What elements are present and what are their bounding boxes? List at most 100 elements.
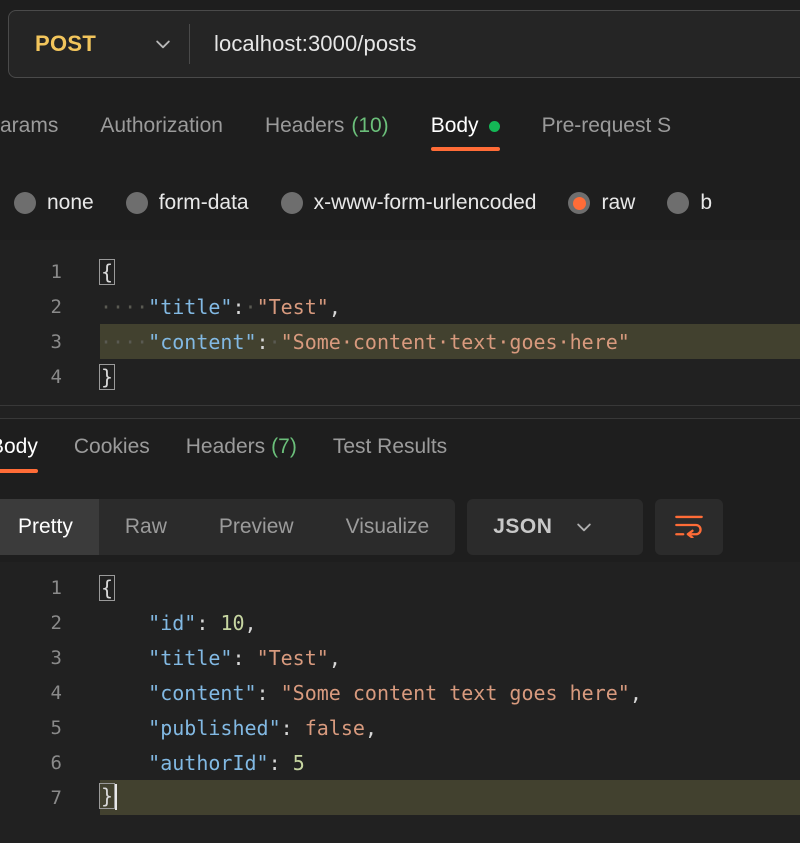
code-token-punc: ,	[629, 680, 642, 705]
request-tab-label: Headers	[264, 114, 345, 137]
response-code-line[interactable]: 7}	[0, 780, 800, 815]
code-token-punc: ,	[328, 645, 341, 670]
code-token-str: "Test"	[256, 645, 329, 670]
radio-button-icon	[280, 192, 303, 214]
http-method-label: POST	[35, 31, 97, 56]
active-tab-underline	[430, 147, 500, 151]
request-code-line-number: 4	[50, 365, 62, 388]
response-format-dropdown[interactable]: JSON	[467, 499, 644, 555]
response-tab-count: (7)	[271, 435, 297, 458]
code-token-str: "Test"	[256, 294, 329, 319]
response-view-mode-label: Pretty	[18, 515, 73, 538]
response-code-line-content: {	[98, 574, 116, 601]
request-tab-authorization[interactable]: Authorization	[100, 114, 223, 154]
request-url-bar: POST localhost:3000/posts	[8, 10, 800, 78]
code-token-key: "published"	[148, 715, 281, 740]
response-view-mode-label: Preview	[218, 515, 294, 538]
active-tab-underline	[0, 469, 38, 473]
response-code-line[interactable]: 6 "authorId": 5	[0, 745, 800, 780]
code-token-punc: :	[232, 294, 245, 319]
response-code-line[interactable]: 2 "id": 10,	[0, 605, 800, 640]
response-code-line-number: 7	[50, 786, 62, 809]
request-tab-count: (10)	[351, 114, 389, 137]
request-code-line-number: 1	[50, 260, 62, 283]
response-tab-body[interactable]: Body	[0, 435, 38, 475]
body-type-radio-x-www-form-urlencoded[interactable]: x-www-form-urlencoded	[280, 191, 537, 215]
request-code-line[interactable]: 2 ····"title":·"Test",	[0, 289, 800, 324]
request-url-input[interactable]: localhost:3000/posts	[190, 11, 800, 77]
request-tab-headers[interactable]: Headers (10)	[265, 114, 389, 154]
response-tab-cookies[interactable]: Cookies	[74, 435, 150, 475]
request-tab-body[interactable]: Body	[430, 114, 500, 154]
request-code-line-content: {	[98, 258, 116, 285]
response-view-mode-preview[interactable]: Preview	[193, 499, 320, 555]
chevron-down-icon	[153, 34, 173, 54]
response-code-line-number: 5	[50, 716, 62, 739]
response-view-toolbar: Pretty Raw Preview Visualize JSON	[0, 498, 800, 556]
response-code-line[interactable]: 4 "content": "Some content text goes her…	[0, 675, 800, 710]
response-code-line-number: 6	[50, 751, 62, 774]
body-modified-dot-icon	[488, 120, 500, 132]
response-code-line[interactable]: 5 "published": false,	[0, 710, 800, 745]
bracket-match-highlight: }	[98, 783, 116, 810]
body-type-radio-label: x-www-form-urlencoded	[313, 191, 537, 214]
code-token-punc: ,	[328, 294, 341, 319]
code-token-punc: ,	[364, 715, 377, 740]
code-token-num: 5	[292, 750, 305, 775]
response-view-mode-raw[interactable]: Raw	[99, 499, 193, 555]
request-body-editor[interactable]: 1{2 ····"title":·"Test", 3 ····"content":·"…	[0, 240, 800, 419]
response-code-line-content: "content": "Some content text goes here"…	[100, 681, 642, 705]
request-tab-params[interactable]: Params	[0, 114, 58, 154]
body-type-radio-raw[interactable]: raw	[568, 191, 635, 215]
response-code-line-content: "authorId": 5	[100, 751, 305, 775]
response-tab-label: Cookies	[73, 435, 150, 458]
body-type-radio-b[interactable]: b	[667, 191, 712, 215]
body-type-radio-none[interactable]: none	[14, 191, 94, 215]
response-code-line-content: "published": false,	[100, 716, 377, 740]
response-view-mode-label: Visualize	[345, 515, 430, 538]
code-token-num: 10	[220, 610, 245, 635]
request-tab-label: Pre-request S	[541, 114, 672, 137]
chevron-down-icon	[574, 517, 594, 537]
body-type-radio-label: form-data	[158, 191, 249, 214]
http-method-dropdown[interactable]: POST	[9, 11, 189, 77]
response-code-line[interactable]: 3 "title": "Test",	[0, 640, 800, 675]
request-code-line-number: 2	[50, 295, 62, 318]
response-view-mode-pretty[interactable]: Pretty	[0, 499, 99, 555]
request-code-line[interactable]: 4}	[0, 359, 800, 394]
code-token-punc: ,	[244, 610, 257, 635]
body-type-radio-label: none	[47, 191, 94, 214]
response-body-editor[interactable]: 1{2 "id": 10, 3 "title": "Test", 4 "conten…	[0, 562, 800, 843]
response-code-line-number: 4	[50, 681, 62, 704]
body-type-radio-label: raw	[601, 191, 636, 214]
request-tab-label: Body	[430, 114, 479, 137]
response-tab-label: Body	[0, 435, 38, 458]
response-tab-label: Test Results	[332, 435, 448, 458]
radio-button-icon	[667, 192, 690, 214]
request-tab-pre-request-s[interactable]: Pre-request S	[542, 114, 672, 154]
radio-button-icon	[14, 192, 36, 214]
bracket-match-highlight: {	[98, 574, 116, 601]
code-token-str: "Some content text goes here"	[280, 680, 630, 705]
radio-button-icon	[568, 192, 591, 214]
bracket-match-highlight: }	[98, 363, 116, 390]
response-code-line-content: "id": 10,	[100, 610, 257, 635]
response-tab-headers[interactable]: Headers (7)	[186, 435, 297, 475]
word-wrap-icon	[674, 512, 704, 543]
word-wrap-toggle-button[interactable]	[655, 499, 724, 555]
body-type-radio-form-data[interactable]: form-data	[125, 191, 249, 215]
active-line-highlight	[100, 780, 800, 815]
request-code-line[interactable]: 1{	[0, 254, 800, 289]
response-tab-test-results[interactable]: Test Results	[333, 435, 447, 475]
code-token-ws: ·	[244, 294, 257, 319]
response-view-mode-visualize[interactable]: Visualize	[320, 499, 456, 555]
request-code-line-content: ····"title":·"Test",	[100, 295, 341, 319]
response-code-line[interactable]: 1{	[0, 570, 800, 605]
request-code-line[interactable]: 3 ····"content":·"Some·content·text·goes·…	[0, 324, 800, 359]
